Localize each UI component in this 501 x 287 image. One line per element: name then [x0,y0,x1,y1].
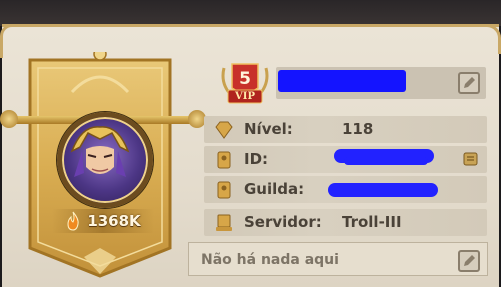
diamond-icon [215,121,233,139]
combat-power: 1368K [52,209,154,233]
vip-label: VIP [235,91,255,102]
power-value: 1368K [87,212,141,230]
level-label: Nível: [244,120,293,138]
guild-row: Guilda: [204,176,487,203]
server-icon [216,214,232,231]
id-label: ID: [244,150,269,168]
copy-icon [463,152,478,166]
server-value: Troll-III [342,213,402,231]
status-text: Não há nada aqui [201,252,339,268]
edit-status-button[interactable] [458,250,480,272]
vip-badge[interactable]: 5 VIP [218,60,272,106]
edit-name-button[interactable] [458,72,480,94]
id-row: ID: [204,146,487,173]
redacted-guild [328,183,438,197]
server-row: Servidor: Troll-III [204,209,487,236]
pencil-icon [464,77,475,88]
guild-label: Guilda: [244,180,305,198]
pencil-icon [464,255,475,266]
redacted-name [278,70,406,92]
panel-corner-ornament [471,24,501,54]
status-message-field[interactable]: Não há nada aqui [188,242,488,276]
player-name-field [276,67,486,99]
guild-icon [217,181,231,199]
vip-level: 5 [239,69,251,89]
copy-id-button[interactable] [462,150,480,168]
hero-portrait-icon [70,126,130,177]
level-value: 118 [342,120,374,138]
rod-ornament [0,110,18,128]
server-label: Servidor: [244,213,322,231]
level-row: Nível: 118 [204,116,487,143]
avatar[interactable] [57,112,153,208]
redacted-id [344,157,428,165]
flame-icon [67,211,79,231]
id-card-icon [217,151,231,169]
profile-banner: 1368K [0,52,206,278]
top-strip [0,0,501,26]
